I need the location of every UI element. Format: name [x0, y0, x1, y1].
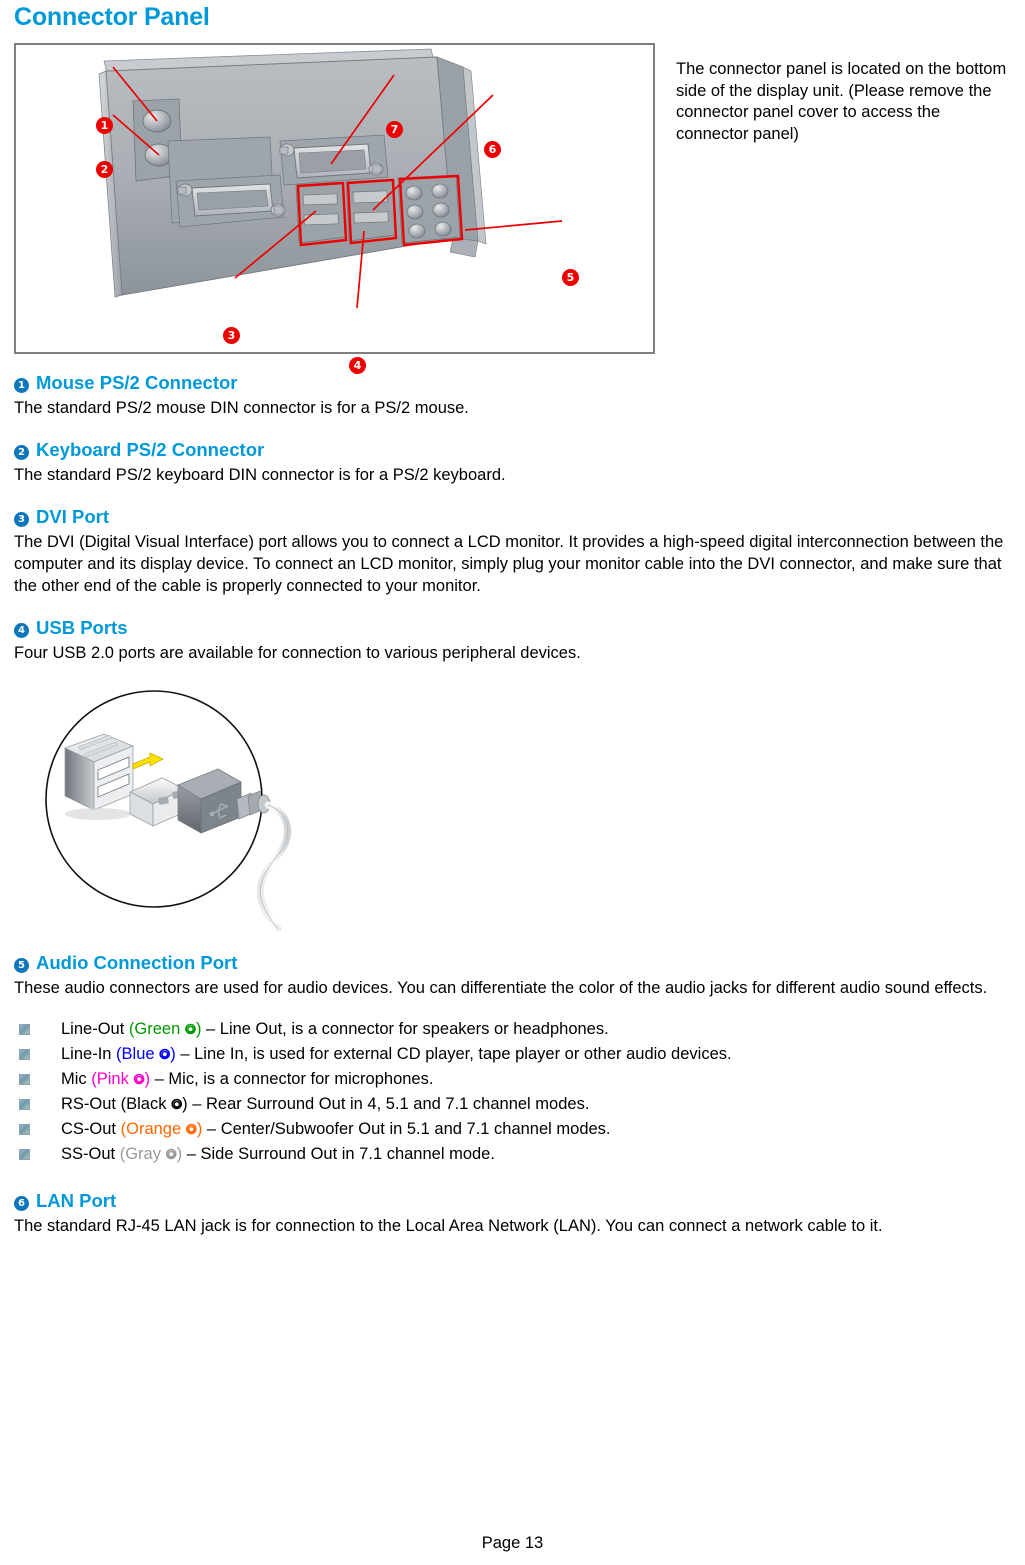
insertion-arrow-icon [132, 752, 164, 770]
usb-cable [256, 801, 292, 933]
jack-description: – Mic, is a connector for microphones. [150, 1070, 434, 1088]
jack-color-group: (Gray ⭗) [120, 1145, 182, 1163]
list-item: Line-Out (Green ⭗) – Line Out, is a conn… [14, 1017, 1011, 1042]
section-mouse-ps2: 1 Mouse PS/2 Connector The standard PS/2… [14, 371, 1011, 419]
section-body-audio-connection-port: These audio connectors are used for audi… [14, 979, 988, 997]
jack-color-group: (Green ⭗) [129, 1020, 202, 1038]
jack-color-name: Green [134, 1020, 181, 1038]
jack-color-name: Orange [126, 1120, 182, 1138]
section-heading-keyboard-ps2: 2 Keyboard PS/2 Connector [14, 438, 1011, 461]
list-item: Mic (Pink ⭗) – Mic, is a connector for m… [14, 1067, 1011, 1092]
jack-label: Line-In [61, 1045, 112, 1063]
figure-note: The connector panel is located on the bo… [676, 60, 1007, 143]
audio-jack-list: Line-Out (Green ⭗) – Line Out, is a conn… [14, 1017, 1011, 1167]
section-heading-text: Mouse PS/2 Connector [36, 372, 238, 393]
callout-2: 2 [96, 161, 113, 178]
section-number-badge: 1 [14, 378, 29, 393]
section-number-badge: 4 [14, 623, 29, 638]
document-page: Connector Panel 1 2 3 4 5 6 7 The connec… [0, 0, 1025, 1565]
usb-plug-illustration [45, 690, 292, 933]
jack-glyph-icon: ⭗ [165, 1147, 177, 1163]
section-dvi-port: 3 DVI Port The DVI (Digital Visual Inter… [14, 505, 1011, 597]
section-number-badge: 2 [14, 445, 29, 460]
list-item: CS-Out (Orange ⭗) – Center/Subwoofer Out… [14, 1117, 1011, 1142]
figure-row: 1 2 3 4 5 6 7 The connector panel is loc… [14, 43, 1011, 374]
list-item: RS-Out (Black ⭗) – Rear Surround Out in … [14, 1092, 1011, 1117]
callout-1: 1 [96, 117, 113, 134]
connector-panel-illustration [98, 48, 563, 309]
section-body-keyboard-ps2: The standard PS/2 keyboard DIN connector… [14, 466, 506, 484]
section-number-badge: 5 [14, 958, 29, 973]
usb-port [353, 211, 389, 224]
section-heading-dvi-port: 3 DVI Port [14, 505, 1011, 528]
callout-3: 3 [223, 327, 240, 344]
section-lan-port: 6 LAN Port The standard RJ-45 LAN jack i… [14, 1189, 1011, 1237]
jack-glyph-icon: ⭗ [133, 1072, 145, 1088]
jack-color-group: (Black ⭗) [121, 1095, 188, 1113]
section-heading-text: Audio Connection Port [36, 952, 238, 973]
jack-color-group: (Orange ⭗) [121, 1120, 203, 1138]
section-heading-text: USB Ports [36, 617, 128, 638]
section-heading-mouse-ps2: 1 Mouse PS/2 Connector [14, 371, 1011, 394]
jack-description: – Line Out, is a connector for speakers … [201, 1020, 609, 1038]
jack-color-name: Gray [125, 1145, 161, 1163]
usb-figure [32, 686, 302, 933]
jack-color-group: (Blue ⭗) [116, 1045, 176, 1063]
section-audio-connection-port: 5 Audio Connection Port These audio conn… [14, 951, 1011, 1167]
bullet-square-icon [19, 1049, 30, 1060]
jack-color-name: Pink [96, 1070, 129, 1088]
jack-description: – Rear Surround Out in 4, 5.1 and 7.1 ch… [187, 1095, 590, 1113]
page-footer: Page 13 [481, 1534, 544, 1552]
connector-panel-figure: 1 2 3 4 5 6 7 [14, 43, 655, 374]
section-heading-text: Keyboard PS/2 Connector [36, 439, 265, 460]
bullet-square-icon [19, 1124, 30, 1135]
jack-label: Line-Out [61, 1020, 125, 1038]
section-heading-audio-connection-port: 5 Audio Connection Port [14, 951, 1011, 974]
jack-description: – Center/Subwoofer Out in 5.1 and 7.1 ch… [202, 1120, 611, 1138]
jack-label: CS-Out [61, 1120, 117, 1138]
jack-description: – Side Surround Out in 7.1 channel mode. [182, 1145, 495, 1163]
jack-description: – Line In, is used for external CD playe… [175, 1045, 732, 1063]
page-title: Connector Panel [14, 3, 210, 31]
callout-4: 4 [349, 357, 366, 374]
jack-label: Mic [61, 1070, 87, 1088]
section-heading-lan-port: 6 LAN Port [14, 1189, 1011, 1212]
section-heading-text: LAN Port [36, 1190, 117, 1211]
list-item: SS-Out (Gray ⭗) – Side Surround Out in 7… [14, 1142, 1011, 1167]
jack-color-name: Blue [121, 1045, 155, 1063]
section-body-usb-ports: Four USB 2.0 ports are available for con… [14, 644, 581, 662]
callout-7: 7 [386, 121, 403, 138]
bullet-square-icon [19, 1149, 30, 1160]
section-heading-usb-ports: 4 USB Ports [14, 616, 1011, 639]
section-heading-text: DVI Port [36, 506, 109, 527]
section-body-mouse-ps2: The standard PS/2 mouse DIN connector is… [14, 399, 469, 417]
section-keyboard-ps2: 2 Keyboard PS/2 Connector The standard P… [14, 438, 1011, 486]
bullet-square-icon [19, 1074, 30, 1085]
jack-color-group: (Pink ⭗) [91, 1070, 150, 1088]
callout-5: 5 [562, 269, 579, 286]
section-body-lan-port: The standard RJ-45 LAN jack is for conne… [14, 1217, 883, 1235]
bullet-square-icon [19, 1099, 30, 1110]
jack-glyph-icon: ⭗ [171, 1097, 183, 1113]
usb-port [303, 213, 339, 226]
callout-6: 6 [484, 141, 501, 158]
section-number-badge: 6 [14, 1196, 29, 1211]
section-body-dvi-port: The DVI (Digital Visual Interface) port … [14, 533, 1004, 595]
jack-glyph-icon: ⭗ [185, 1122, 197, 1138]
jack-label: RS-Out [61, 1095, 117, 1113]
jack-glyph-icon: ⭗ [159, 1047, 171, 1063]
bullet-square-icon [19, 1024, 30, 1035]
section-usb-ports: 4 USB Ports Four USB 2.0 ports are avail… [14, 616, 1011, 933]
usb-port [302, 193, 338, 206]
jack-color-name: Black [126, 1095, 167, 1113]
jack-label: SS-Out [61, 1145, 116, 1163]
jack-glyph-icon: ⭗ [184, 1022, 196, 1038]
section-number-badge: 3 [14, 512, 29, 527]
list-item: Line-In (Blue ⭗) – Line In, is used for … [14, 1042, 1011, 1067]
